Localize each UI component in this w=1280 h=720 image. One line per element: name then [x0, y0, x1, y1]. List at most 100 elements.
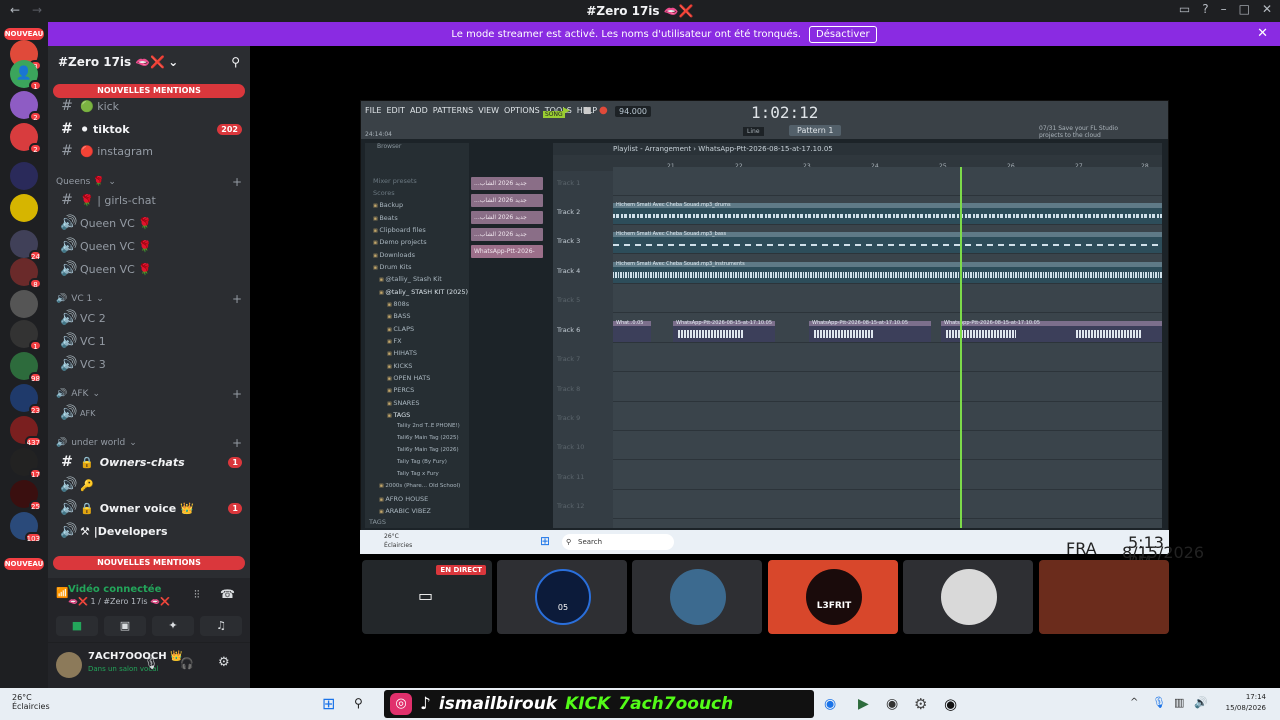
voice-channel-key[interactable]: 🔊 🔑 — [56, 475, 242, 495]
browser-file[interactable]: Taliy Tag (By Fury) — [397, 459, 447, 471]
new-servers-pill[interactable]: NOUVEAU — [4, 28, 44, 40]
media-player-icon[interactable]: ◉ — [944, 695, 957, 713]
track-label[interactable]: Track 7 — [557, 355, 607, 363]
browser-folder[interactable]: Demo projects — [373, 238, 426, 250]
voice-channel-vc2[interactable]: 🔊 VC 2 — [56, 308, 242, 328]
close-button[interactable]: ✕ — [1262, 2, 1272, 16]
browser-folder[interactable]: @taliy_ STASH KIT (2025) — [379, 288, 468, 300]
server-icon[interactable]: 103 — [10, 512, 42, 543]
server-icon[interactable]: 17 — [10, 448, 42, 479]
audio-clip-ptt[interactable]: WhatsApp-Ptt-2026-08-15-at-17.10.05 — [809, 320, 931, 342]
participant-tile-stream[interactable]: EN DIRECT ▭ — [362, 560, 492, 634]
windows-start-icon[interactable]: ⊞ — [540, 534, 550, 548]
snap-mode-select[interactable]: Line — [743, 127, 764, 136]
server-icon[interactable] — [10, 290, 38, 318]
playhead[interactable] — [960, 167, 962, 528]
voice-channel-vc3[interactable]: 🔊 VC 3 — [56, 354, 242, 374]
audio-clip-ptt[interactable]: WhatsApp-Ptt-2026-08-15-at-17.10.05 — [941, 320, 1162, 342]
participant-tile[interactable]: 05 — [497, 560, 627, 634]
stream-search-box[interactable]: ⚲ Search — [562, 534, 674, 550]
voice-channel-queen[interactable]: 🔊 Queen VC 🌹 — [56, 213, 242, 233]
search-icon[interactable]: ⚲ — [354, 696, 363, 710]
audio-clip-ptt[interactable]: WhatsApp-Ptt-2026-08-15-at-17.10.05 — [673, 320, 775, 342]
audio-clip-drums[interactable]: Hichem Smati Avec Cheba Souad.mp3_drums — [613, 202, 1162, 224]
server-icon[interactable]: 2 — [10, 123, 42, 154]
category-under-world[interactable]: 🔊 under world ⌄ + — [56, 435, 242, 451]
song-mode-label[interactable]: SONG — [543, 111, 565, 118]
voice-channel-owner[interactable]: 🔊 🔒 Owner voice 👑 1 — [56, 498, 242, 518]
inbox-icon[interactable]: ▭ — [1179, 2, 1190, 16]
minimize-button[interactable]: – — [1221, 2, 1227, 16]
menu-file[interactable]: FILE — [365, 106, 381, 115]
browser-folder[interactable]: FX — [387, 337, 401, 349]
browser-folder[interactable]: ARABIC VIBEZ — [379, 507, 431, 519]
server-icon[interactable]: 1 — [10, 320, 42, 351]
clock[interactable]: 17:14 15/08/2026 — [1226, 692, 1266, 714]
network-icon[interactable]: ▥ — [1174, 696, 1184, 709]
audio-clip-ptt[interactable]: What..0.05 — [613, 320, 651, 342]
close-banner-icon[interactable]: ✕ — [1257, 26, 1268, 41]
pattern-clip[interactable]: ...جديد 2026 الشاب — [471, 194, 543, 207]
settings-gear-icon[interactable]: ⚙ — [914, 695, 927, 713]
server-icon[interactable]: 98 — [10, 352, 42, 383]
browser-folder[interactable]: Drum Kits — [373, 263, 411, 275]
track-label[interactable]: Track 4 — [557, 267, 607, 275]
server-icon[interactable] — [10, 162, 38, 190]
disable-streamer-button[interactable]: Désactiver — [809, 25, 877, 43]
track-label[interactable]: Track 6 — [557, 326, 607, 334]
browser-folder[interactable]: 808s — [387, 300, 409, 312]
add-member-icon[interactable]: ⚲ — [231, 55, 240, 69]
share-screen-button[interactable]: ▣ — [104, 616, 146, 636]
participant-tile[interactable] — [903, 560, 1033, 634]
browser-folder[interactable]: HIHATS — [387, 349, 417, 361]
browser-tags-footer[interactable]: TAGS — [369, 518, 386, 530]
voice-channel-vc1[interactable]: 🔊 VC 1 — [56, 331, 242, 351]
server-icon[interactable]: 24 — [10, 230, 42, 261]
activities-button[interactable]: ✦ — [152, 616, 194, 636]
voice-location[interactable]: 🫦❌ 1 / #Zero 17is 🫦❌ — [68, 597, 170, 606]
playlist-lanes[interactable]: Hichem Smati Avec Cheba Souad.mp3_drums … — [613, 167, 1162, 528]
help-icon[interactable]: ? — [1202, 2, 1208, 16]
browser-file[interactable]: Tali6y Main Tag (2025) — [397, 435, 459, 447]
browser-item[interactable]: Mixer presets — [373, 177, 417, 189]
track-label[interactable]: Track 12 — [557, 502, 607, 510]
voice-channel-queen[interactable]: 🔊 Queen VC 🌹 — [56, 259, 242, 279]
channel-tiktok[interactable]: # ⚫ tiktok 202 — [56, 119, 242, 139]
channel-girls-chat[interactable]: # 🌹 | girls-chat — [56, 190, 242, 210]
browser-item[interactable]: Scores — [373, 189, 395, 201]
app-icon[interactable]: ▶ — [858, 696, 869, 712]
participant-tile[interactable] — [632, 560, 762, 634]
avatar[interactable] — [56, 652, 82, 678]
browser-folder[interactable]: TAGS — [387, 411, 410, 423]
play-button[interactable]: ▶ — [563, 106, 570, 116]
category-afk[interactable]: 🔊 AFK ⌄ + — [56, 386, 242, 402]
browser-folder[interactable]: Clipboard files — [373, 226, 425, 238]
menu-options[interactable]: OPTIONS — [504, 106, 540, 115]
audio-clip-instruments[interactable]: Hichem Smati Avec Cheba Souad.mp3_instru… — [613, 261, 1162, 283]
browser-folder[interactable]: OPEN HATS — [387, 374, 430, 386]
soundboard-icon[interactable]: ⫶⫶ — [194, 588, 200, 602]
track-label[interactable]: Track 1 — [557, 179, 607, 187]
pattern-clip[interactable]: ...جديد 2026 الشاب — [471, 177, 543, 190]
maximize-button[interactable]: □ — [1239, 2, 1250, 16]
category-vc[interactable]: 🔊 VC 1 ⌄ + — [56, 291, 242, 307]
browser-file[interactable]: Taliy Tag x Fury — [397, 471, 439, 483]
pattern-clip[interactable]: ...جديد 2026 الشاب — [471, 211, 543, 224]
browser-file[interactable]: Taliiy 2nd T..E PHONE!) — [397, 423, 460, 435]
chrome-icon[interactable]: ◉ — [824, 696, 836, 712]
microphone-icon[interactable]: 🎙 — [144, 657, 158, 670]
disconnect-icon[interactable]: ☎ — [220, 587, 235, 601]
add-channel-icon[interactable]: + — [232, 387, 242, 401]
volume-icon[interactable]: 🔊 — [1194, 696, 1208, 709]
browser-folder[interactable]: 2000s (Phare... Old School) — [379, 483, 460, 495]
pattern-clip[interactable]: ...جديد 2026 الشاب — [471, 228, 543, 241]
microphone-icon[interactable]: 🎙 — [1152, 696, 1166, 709]
track-label[interactable]: Track 10 — [557, 443, 607, 451]
add-channel-icon[interactable]: + — [232, 292, 242, 306]
menu-patterns[interactable]: PATTERNS — [433, 106, 473, 115]
browser-file[interactable]: Tali6y Main Tag (2026) — [397, 447, 459, 459]
camera-button[interactable]: ■ — [56, 616, 98, 636]
menu-view[interactable]: VIEW — [478, 106, 499, 115]
pattern-clip[interactable]: WhatsApp-Ptt-2026- — [471, 245, 543, 258]
app-icon[interactable]: ◉ — [886, 696, 898, 712]
